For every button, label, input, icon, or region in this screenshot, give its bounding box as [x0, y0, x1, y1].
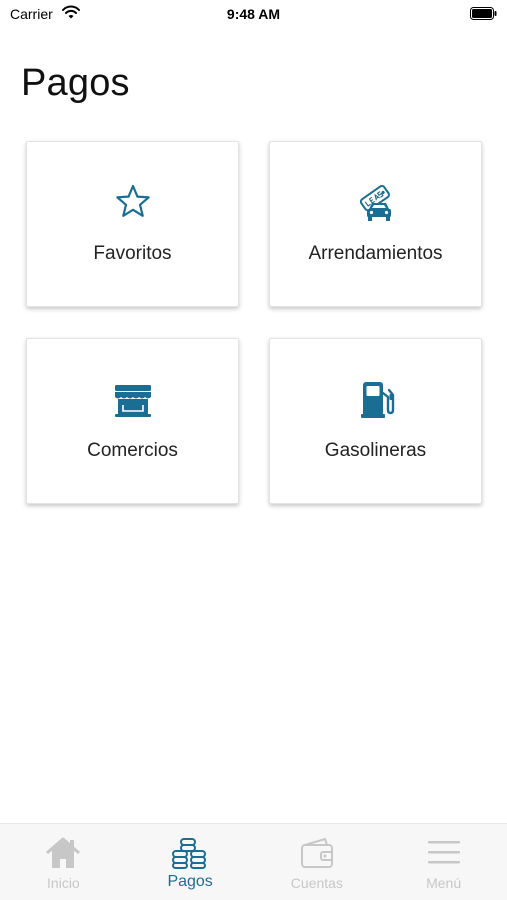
page-title: Pagos [21, 62, 130, 104]
tab-inicio-label: Inicio [47, 875, 80, 891]
gasolineras-card[interactable]: Gasolineras [269, 338, 482, 504]
battery-icon [470, 7, 497, 20]
hamburger-icon [427, 841, 460, 864]
star-icon [115, 184, 150, 217]
home-icon [46, 837, 81, 868]
fuel-pump-icon [360, 382, 394, 418]
coins-icon [172, 838, 207, 869]
lease-car-icon [359, 184, 391, 221]
tab-inicio[interactable]: Inicio [0, 824, 127, 900]
store-icon [114, 385, 151, 417]
favoritos-card[interactable]: Favoritos [26, 141, 239, 307]
tab-pagos[interactable]: Pagos [127, 824, 254, 900]
favoritos-label: Favoritos [93, 243, 172, 264]
tab-cuentas[interactable]: Cuentas [254, 824, 381, 900]
tab-pagos-label: Pagos [167, 873, 213, 890]
tab-menu-label: Menú [426, 875, 462, 891]
tab-cuentas-label: Cuentas [290, 875, 343, 891]
arrendamientos-card[interactable]: Arrendamientos [269, 141, 482, 307]
gasolineras-label: Gasolineras [324, 440, 427, 461]
wallet-icon [300, 837, 333, 868]
comercios-label: Comercios [87, 440, 178, 461]
tab-menu[interactable]: Menú [380, 824, 507, 900]
tab-bar: Inicio Pagos Cuentas Menú [0, 823, 507, 900]
arrendamientos-label: Arrendamientos [308, 243, 443, 264]
status-bar: Carrier 9:48 AM [0, 0, 507, 30]
comercios-card[interactable]: Comercios [26, 338, 239, 504]
status-time: 9:48 AM [226, 6, 281, 22]
